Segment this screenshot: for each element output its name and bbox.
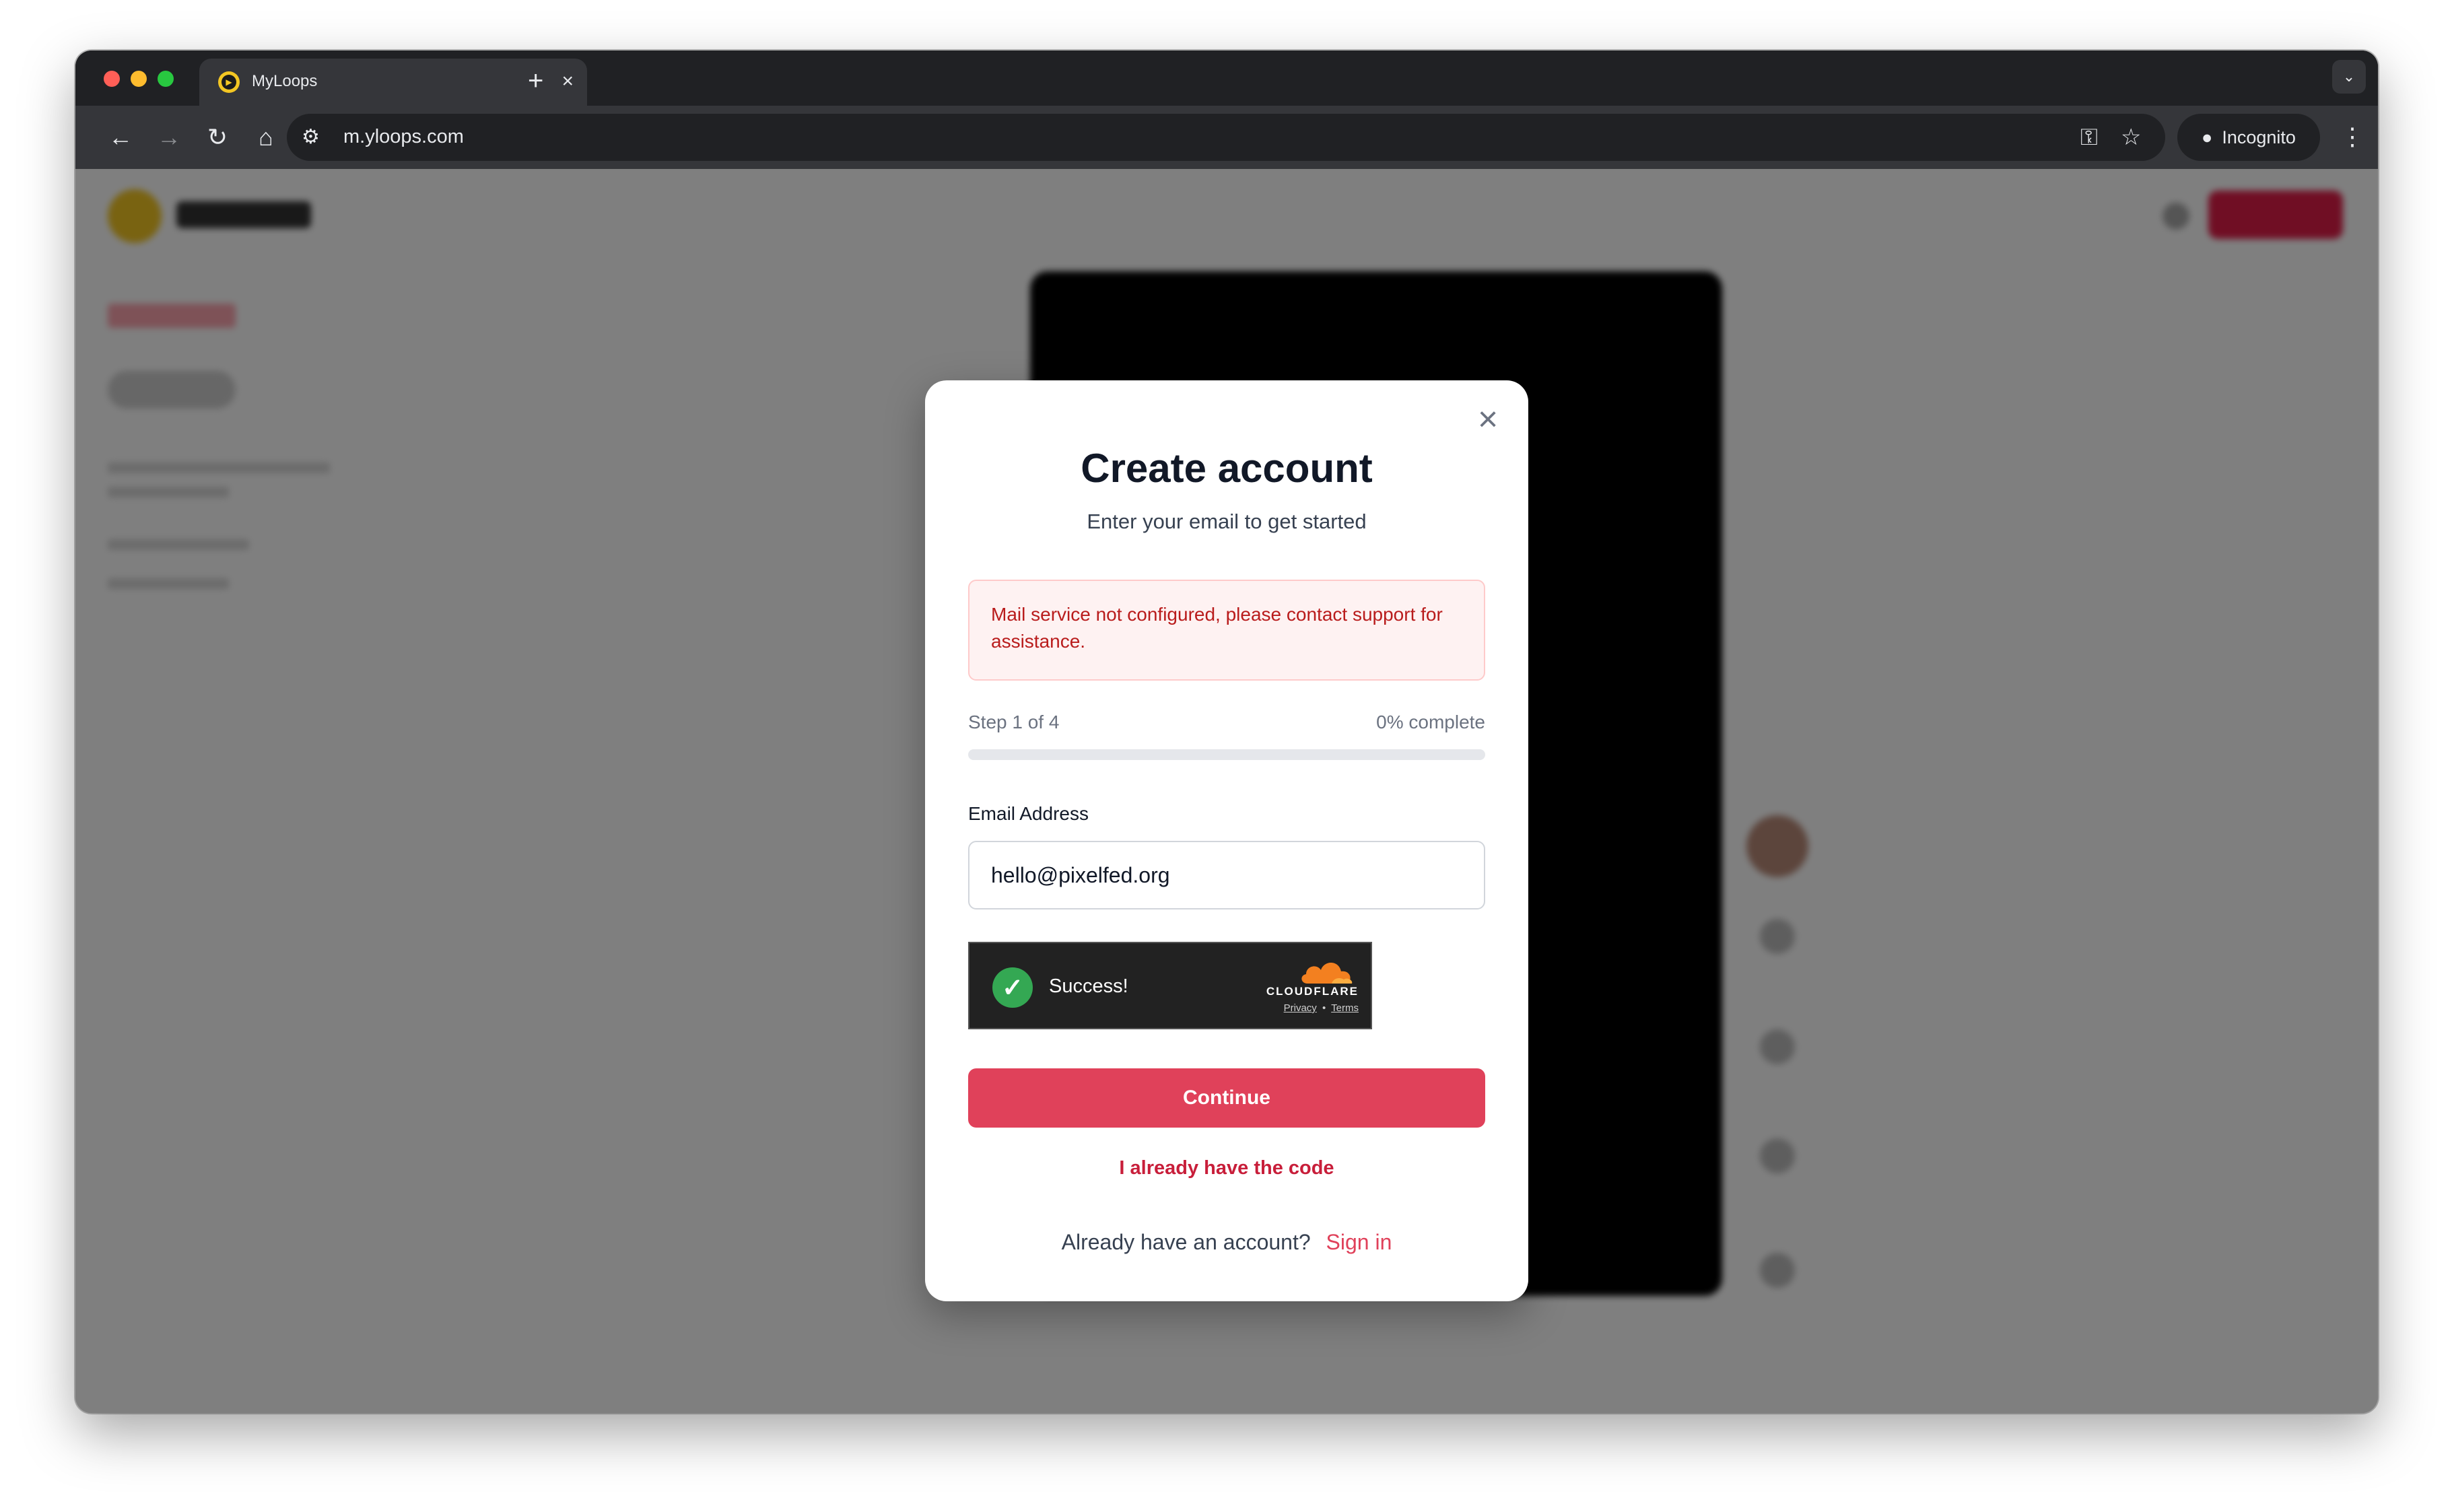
site-info-icon[interactable]: ⚙ (302, 125, 320, 149)
incognito-label: Incognito (2222, 127, 2296, 147)
incognito-indicator[interactable]: ● Incognito (2177, 114, 2320, 161)
cloudflare-links: Privacy • Terms (1251, 1002, 1359, 1014)
maximize-window-button[interactable] (158, 71, 174, 87)
checkmark-icon: ✓ (992, 967, 1033, 1008)
captcha-status: Success! (1049, 975, 1128, 997)
cloudflare-logo-icon (1301, 963, 1353, 984)
continue-button[interactable]: Continue (968, 1068, 1485, 1128)
incognito-icon: ● (2202, 127, 2213, 147)
browser-menu-button[interactable]: ⋮ (2339, 119, 2366, 154)
signin-link[interactable]: Sign in (1326, 1230, 1392, 1254)
address-bar[interactable]: ⚙ m.yloops.com ⚿ ☆ (287, 114, 2165, 161)
modal-title: Create account (1081, 446, 1373, 491)
close-tab-icon[interactable]: × (561, 69, 574, 94)
back-button[interactable]: ← (104, 121, 137, 154)
bookmark-star-icon[interactable]: ☆ (2121, 124, 2141, 151)
url-text[interactable]: m.yloops.com (343, 126, 464, 148)
myloops-play-icon: ▶ (218, 71, 240, 93)
page-viewport: × Create account Enter your email to get… (75, 169, 2378, 1413)
cloudflare-turnstile-widget[interactable]: ✓ Success! CLOUDFLARE Privacy • Terms (968, 942, 1372, 1029)
close-icon[interactable]: × (1473, 402, 1503, 437)
progress-percent: 0% complete (1376, 712, 1485, 732)
step-indicator: Step 1 of 4 (968, 712, 1060, 732)
cloudflare-brand: CLOUDFLARE (1266, 985, 1359, 998)
email-label: Email Address (968, 803, 1089, 824)
privacy-link[interactable]: Privacy (1284, 1002, 1317, 1014)
browser-window: ▶ MyLoops × + ⌄ ← → ↻ ⌂ ⚙ m.yloops.com ⚿… (75, 50, 2378, 1413)
link-separator: • (1322, 1002, 1326, 1014)
minimize-window-button[interactable] (131, 71, 147, 87)
error-alert: Mail service not configured, please cont… (968, 580, 1485, 681)
terms-link[interactable]: Terms (1331, 1002, 1359, 1014)
tab-search-button[interactable]: ⌄ (2332, 60, 2366, 94)
progress-bar (968, 749, 1485, 760)
signin-prompt: Already have an account? (1061, 1230, 1311, 1254)
create-account-modal: × Create account Enter your email to get… (925, 380, 1528, 1301)
reload-button[interactable]: ↻ (201, 121, 234, 154)
tab-title: MyLoops (252, 72, 318, 90)
home-button[interactable]: ⌂ (249, 121, 283, 154)
modal-subtitle: Enter your email to get started (1087, 510, 1367, 533)
tab-strip: ▶ MyLoops × + ⌄ (75, 50, 2378, 106)
password-key-icon[interactable]: ⚿ (2080, 124, 2098, 151)
close-window-button[interactable] (104, 71, 120, 87)
forward-button[interactable]: → (152, 121, 186, 154)
signin-row: Already have an account? Sign in (925, 1230, 1528, 1255)
new-tab-button[interactable]: + (528, 57, 543, 104)
already-have-code-link[interactable]: I already have the code (925, 1157, 1528, 1179)
email-field[interactable] (968, 841, 1485, 909)
browser-toolbar: ← → ↻ ⌂ ⚙ m.yloops.com ⚿ ☆ ● Incognito ⋮ (75, 106, 2378, 169)
